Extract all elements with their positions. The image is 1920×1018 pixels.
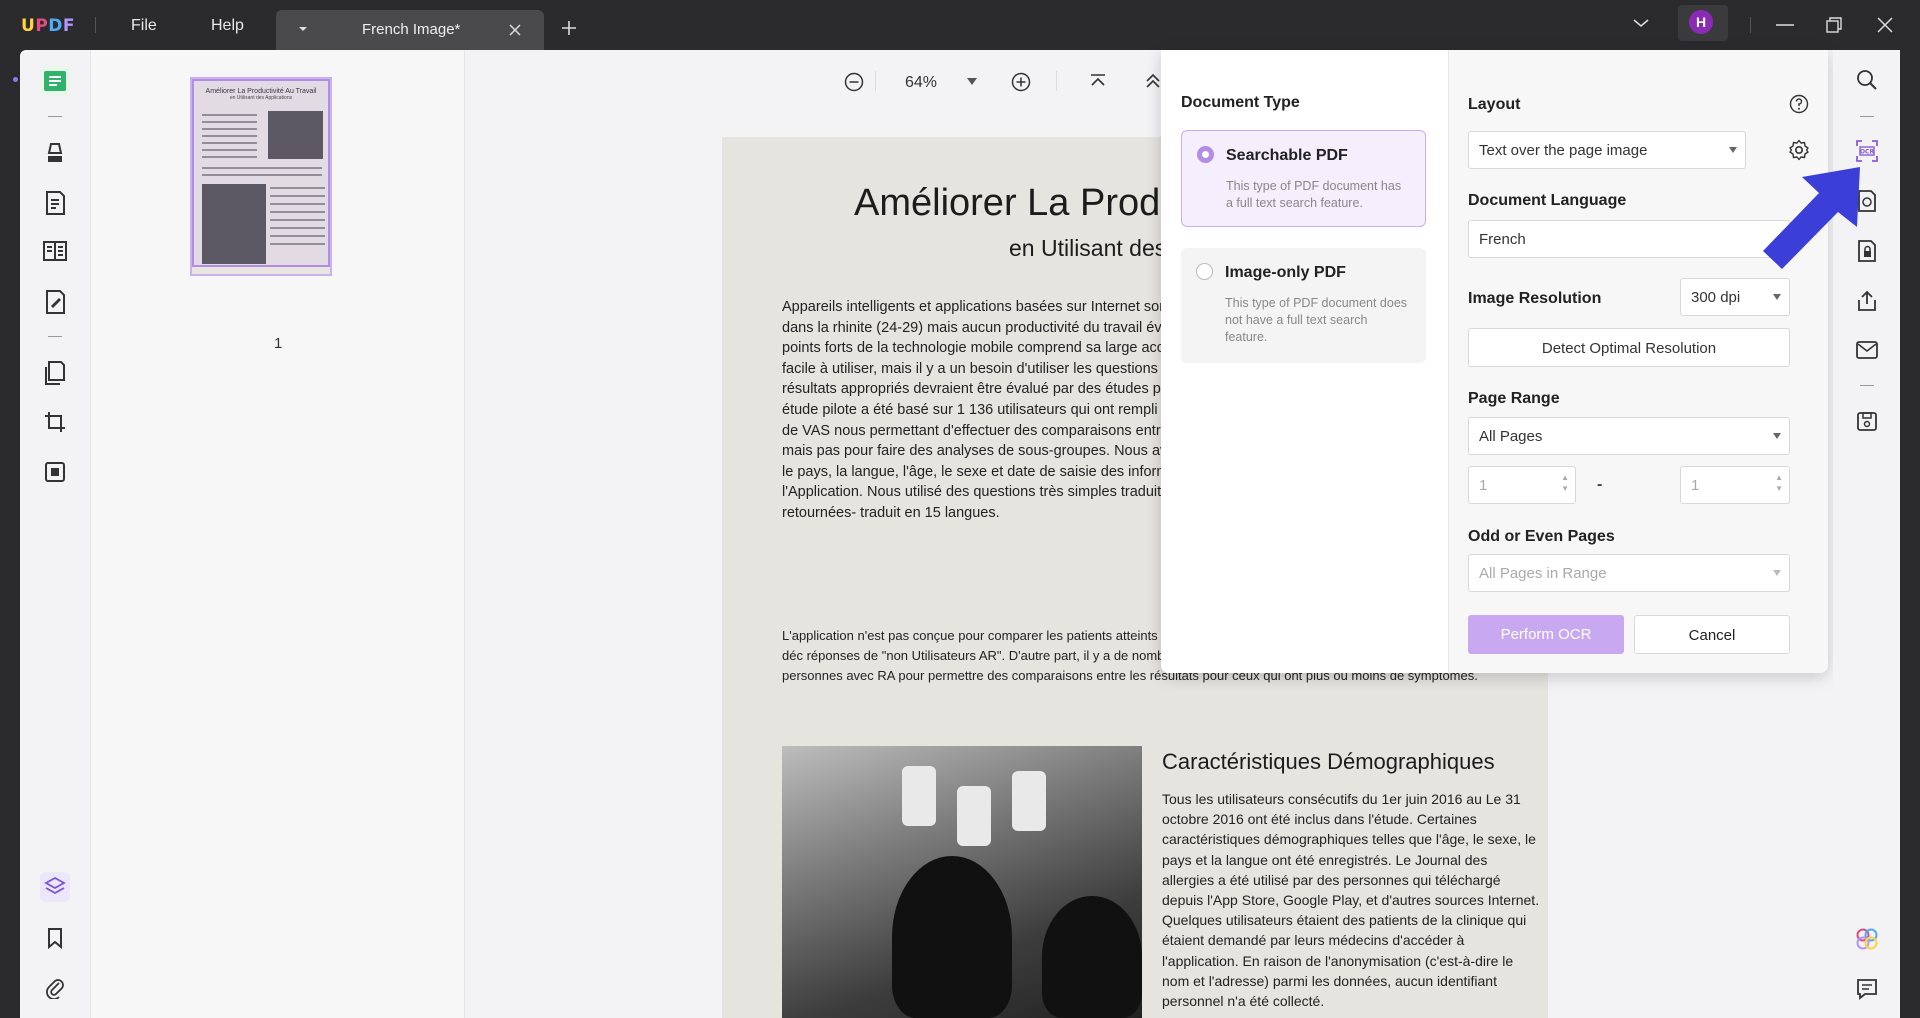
document-type-section: Document Type Searchable PDF This type o… bbox=[1161, 50, 1449, 673]
toolbar-separator bbox=[1860, 385, 1874, 386]
tab-menu-icon[interactable] bbox=[298, 25, 308, 33]
option-searchable-pdf[interactable]: Searchable PDF This type of PDF document… bbox=[1181, 130, 1426, 227]
image-resolution-label: Image Resolution bbox=[1468, 290, 1602, 307]
thumbnail-viewport bbox=[192, 79, 330, 267]
document-heading: Caractéristiques Démographiques bbox=[1162, 749, 1495, 774]
title-divider bbox=[95, 17, 96, 33]
layout-label: Layout bbox=[1468, 96, 1521, 113]
image-only-pdf-radio[interactable] bbox=[1196, 263, 1213, 280]
crop-icon[interactable] bbox=[40, 407, 70, 437]
zoom-out-icon[interactable] bbox=[844, 72, 864, 92]
document-subtitle: en Utilisant des bbox=[1009, 235, 1167, 261]
convert-icon[interactable] bbox=[40, 358, 70, 388]
range-from-value: 1 bbox=[1479, 477, 1488, 494]
option-title: Image-only PDF bbox=[1225, 264, 1346, 281]
page-range-value: All Pages bbox=[1479, 428, 1543, 445]
close-window-icon[interactable] bbox=[1877, 17, 1893, 33]
odd-even-value: All Pages in Range bbox=[1479, 565, 1607, 582]
layers-icon[interactable] bbox=[40, 872, 70, 902]
title-divider bbox=[1750, 17, 1751, 33]
ocr-icon[interactable]: OCR bbox=[1852, 136, 1882, 166]
range-from-input[interactable]: 1 ▲ ▼ bbox=[1468, 466, 1576, 504]
toolbar-divider bbox=[875, 71, 876, 91]
option-title: Searchable PDF bbox=[1226, 147, 1348, 164]
document-tab[interactable]: French Image* bbox=[276, 10, 544, 50]
comment-icon[interactable] bbox=[1852, 974, 1882, 1004]
document-photo bbox=[782, 746, 1142, 1018]
menu-file[interactable]: File bbox=[131, 17, 157, 35]
app-logo: UPDF bbox=[21, 16, 76, 36]
page-thumbnail[interactable]: Améliorer La Productivité Au Travail en … bbox=[190, 77, 332, 276]
restore-icon[interactable] bbox=[1826, 17, 1842, 33]
highlighter-icon[interactable] bbox=[40, 138, 70, 168]
range-dash: - bbox=[1597, 476, 1603, 493]
add-tab-icon[interactable] bbox=[561, 20, 577, 36]
svg-text:OCR: OCR bbox=[1860, 149, 1875, 156]
layout-value: Text over the page image bbox=[1479, 142, 1648, 159]
document-title: Améliorer La Produ bbox=[854, 182, 1182, 224]
perform-ocr-button[interactable]: Perform OCR bbox=[1468, 615, 1624, 654]
title-bar: UPDF File Help French Image* H bbox=[0, 0, 1920, 50]
ocr-settings-section: Layout Text over the page image Document… bbox=[1449, 50, 1828, 673]
attachment-icon[interactable] bbox=[40, 973, 70, 1003]
thumbnail-panel: Améliorer La Productivité Au Travail en … bbox=[90, 50, 465, 1018]
document-type-label: Document Type bbox=[1181, 94, 1300, 111]
zoom-level[interactable]: 64% bbox=[905, 74, 937, 92]
bookmark-icon[interactable] bbox=[40, 923, 70, 953]
toolbar-separator bbox=[48, 336, 62, 337]
option-description: This type of PDF document has a full tex… bbox=[1226, 179, 1402, 210]
indicator-dot bbox=[13, 77, 18, 82]
option-description: This type of PDF document does not have … bbox=[1225, 296, 1408, 344]
toolbar-separator bbox=[48, 116, 62, 117]
menu-help[interactable]: Help bbox=[211, 17, 244, 35]
page-range-select[interactable]: All Pages bbox=[1468, 417, 1790, 455]
fill-sign-icon[interactable] bbox=[40, 287, 70, 317]
ai-assistant-icon[interactable] bbox=[1852, 924, 1882, 954]
odd-even-select[interactable]: All Pages in Range bbox=[1468, 554, 1790, 592]
tab-title: French Image* bbox=[362, 21, 461, 38]
search-icon[interactable] bbox=[1852, 65, 1882, 95]
compress-icon[interactable] bbox=[40, 457, 70, 487]
toolbar-separator bbox=[1860, 116, 1874, 117]
detect-resolution-button[interactable]: Detect Optimal Resolution bbox=[1468, 328, 1790, 367]
stepper-icon[interactable]: ▲ ▼ bbox=[1561, 472, 1569, 494]
odd-even-label: Odd or Even Pages bbox=[1468, 528, 1615, 545]
language-select[interactable]: French bbox=[1468, 220, 1790, 258]
cancel-button[interactable]: Cancel bbox=[1634, 615, 1790, 654]
close-tab-icon[interactable] bbox=[508, 23, 522, 37]
zoom-dropdown-icon[interactable] bbox=[967, 78, 977, 85]
organize-pages-icon[interactable] bbox=[40, 236, 70, 266]
range-to-input[interactable]: 1 ▲ ▼ bbox=[1680, 466, 1790, 504]
save-icon[interactable] bbox=[1852, 406, 1882, 436]
document-paragraph: Tous les utilisateurs consécutifs du 1er… bbox=[1162, 791, 1540, 1010]
page-number-label: 1 bbox=[274, 335, 283, 352]
stepper-icon[interactable]: ▲ ▼ bbox=[1775, 472, 1783, 494]
option-image-only-pdf[interactable]: Image-only PDF This type of PDF document… bbox=[1181, 248, 1426, 363]
help-icon[interactable] bbox=[1789, 94, 1809, 114]
searchable-pdf-radio[interactable] bbox=[1197, 146, 1214, 163]
left-toolbar bbox=[13, 50, 90, 1018]
range-to-value: 1 bbox=[1691, 477, 1700, 494]
minimize-icon[interactable] bbox=[1776, 24, 1794, 26]
document-language-label: Document Language bbox=[1468, 192, 1627, 209]
language-value: French bbox=[1479, 231, 1526, 248]
gear-icon[interactable] bbox=[1788, 139, 1810, 161]
resolution-value: 300 dpi bbox=[1691, 289, 1741, 306]
previous-page-icon[interactable] bbox=[1145, 73, 1161, 89]
avatar[interactable]: H bbox=[1689, 10, 1713, 34]
layout-select[interactable]: Text over the page image bbox=[1468, 131, 1746, 169]
ocr-panel: Document Type Searchable PDF This type o… bbox=[1161, 50, 1828, 673]
zoom-in-icon[interactable] bbox=[1011, 72, 1031, 92]
first-page-icon[interactable] bbox=[1090, 74, 1106, 88]
edit-pdf-icon[interactable] bbox=[40, 188, 70, 218]
page-range-label: Page Range bbox=[1468, 390, 1560, 407]
reader-mode-icon[interactable] bbox=[40, 66, 70, 96]
toolbar-divider bbox=[1056, 71, 1057, 91]
email-icon[interactable] bbox=[1852, 335, 1882, 365]
chevron-down-icon[interactable] bbox=[1633, 18, 1649, 28]
pointer-arrow-icon bbox=[1763, 167, 1860, 269]
share-icon[interactable] bbox=[1852, 286, 1882, 316]
resolution-select[interactable]: 300 dpi bbox=[1680, 278, 1790, 316]
